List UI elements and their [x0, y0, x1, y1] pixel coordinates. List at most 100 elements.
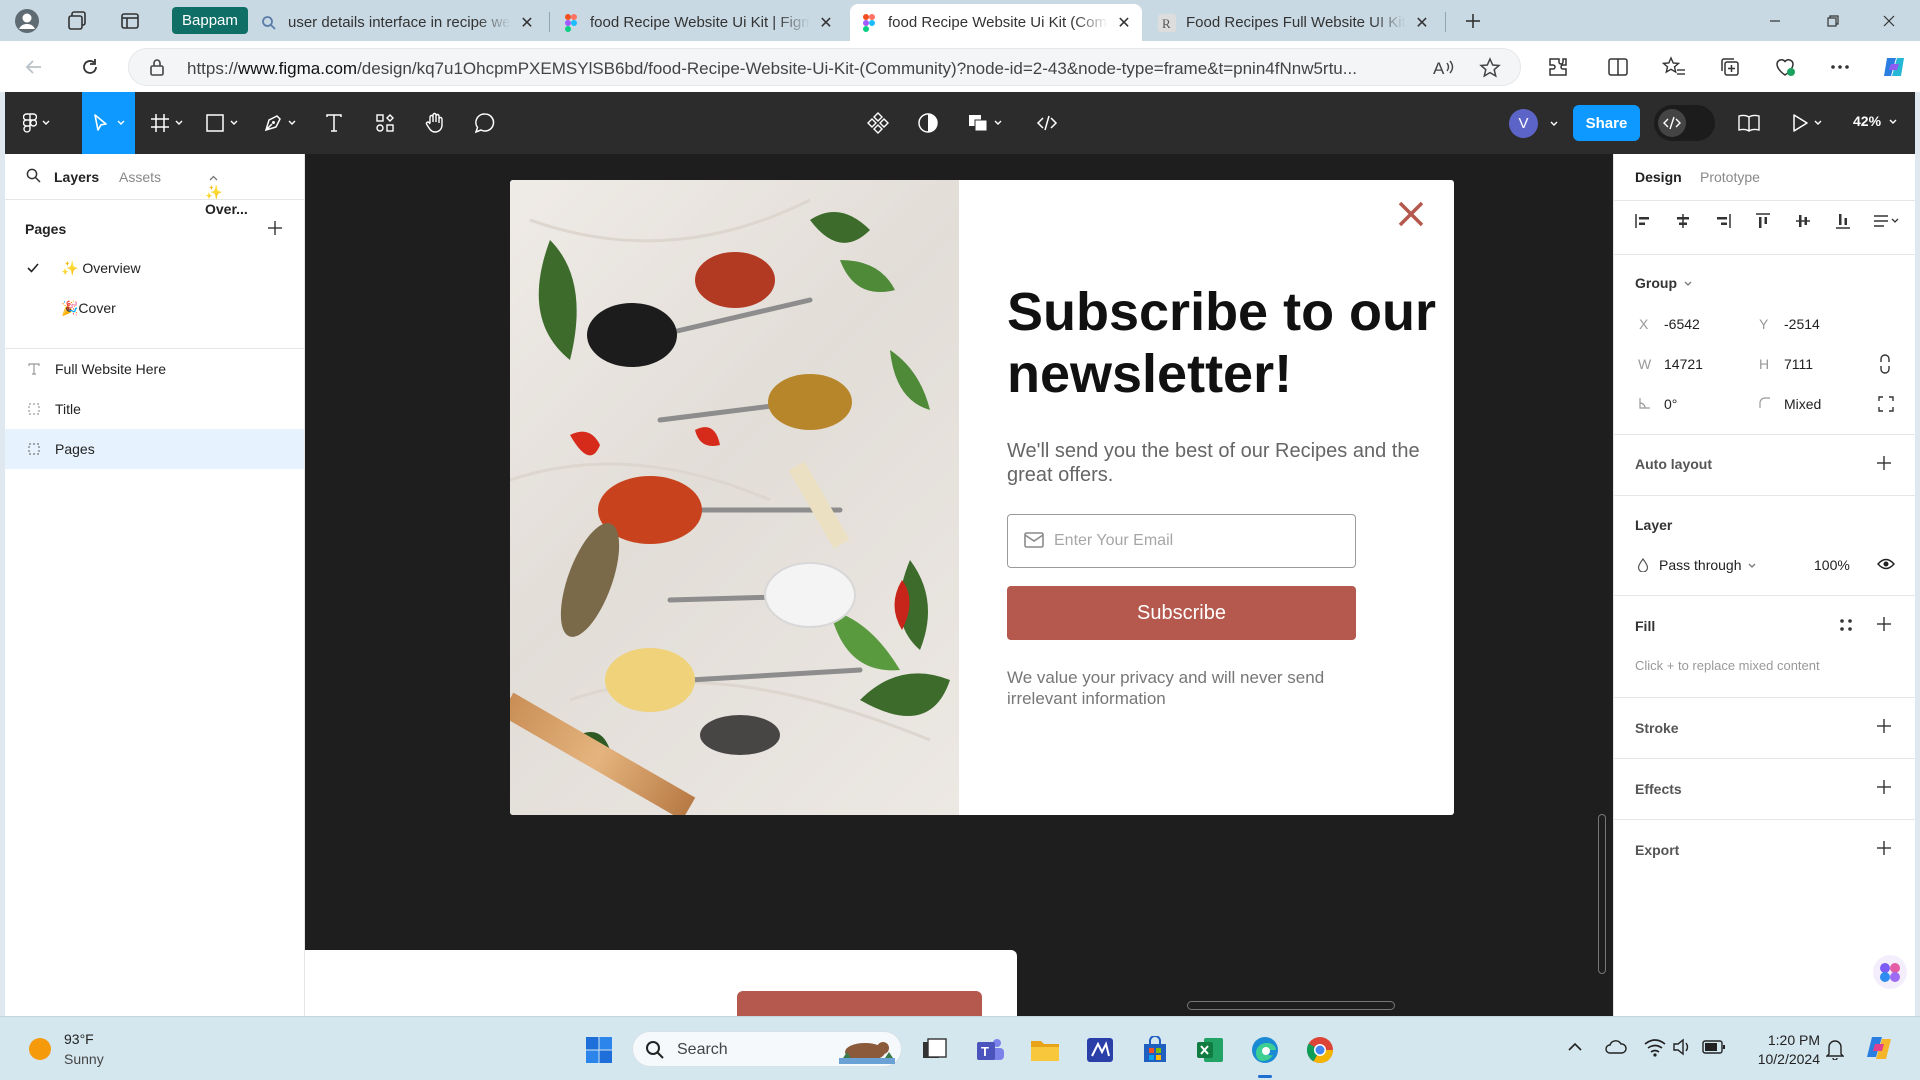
add-page-icon[interactable]: [267, 220, 283, 236]
email-field[interactable]: [1007, 514, 1356, 568]
subscribe-button[interactable]: Subscribe: [1007, 586, 1356, 640]
weather-temp[interactable]: 93°F: [64, 1031, 94, 1047]
notification-bell-icon[interactable]: [1826, 1038, 1844, 1060]
workspaces-icon[interactable]: [64, 8, 90, 34]
h-value[interactable]: 7111: [1784, 356, 1813, 372]
rotation-value[interactable]: 0°: [1664, 396, 1677, 412]
w-value[interactable]: 14721: [1664, 356, 1703, 372]
opacity-value[interactable]: 100%: [1814, 557, 1850, 573]
mask-button[interactable]: [917, 109, 939, 137]
back-icon[interactable]: [20, 53, 48, 81]
wifi-icon[interactable]: [1644, 1037, 1666, 1057]
copilot-icon[interactable]: [1880, 53, 1908, 81]
tab-assets[interactable]: Assets: [119, 169, 161, 185]
minimize-icon[interactable]: [1752, 8, 1798, 34]
tab-prototype[interactable]: Prototype: [1700, 169, 1760, 185]
split-screen-icon[interactable]: [1604, 53, 1632, 81]
dev-code-button[interactable]: [1036, 109, 1058, 137]
chrome-icon[interactable]: [1303, 1033, 1337, 1067]
vertical-scrollbar[interactable]: [1598, 814, 1606, 974]
library-button[interactable]: [1737, 109, 1761, 137]
frame-tool-button[interactable]: [150, 109, 183, 137]
teams-icon[interactable]: T: [973, 1033, 1007, 1067]
volume-icon[interactable]: [1672, 1037, 1694, 1057]
restore-icon[interactable]: [1810, 8, 1856, 34]
x-value[interactable]: -6542: [1664, 316, 1700, 332]
edge-icon[interactable]: [1248, 1033, 1282, 1067]
close-window-icon[interactable]: [1866, 8, 1912, 34]
collections-icon[interactable]: [1716, 53, 1744, 81]
close-tab-icon[interactable]: ✕: [1116, 13, 1132, 33]
align-right-icon[interactable]: [1714, 212, 1732, 230]
eye-icon[interactable]: [1877, 558, 1895, 570]
onedrive-icon[interactable]: [1605, 1037, 1627, 1057]
zoom-level[interactable]: 42%: [1853, 113, 1897, 129]
pen-tool-button[interactable]: [263, 109, 296, 137]
page-item-cover[interactable]: 🎉Cover: [5, 288, 305, 328]
close-icon[interactable]: [1395, 198, 1427, 230]
chevron-up-icon[interactable]: [1567, 1041, 1583, 1053]
favorite-star-icon[interactable]: [1479, 57, 1501, 79]
browser-tab[interactable]: R Food Recipes Full Website UI Kit ✕: [1148, 4, 1440, 41]
user-avatar[interactable]: V: [1509, 109, 1538, 138]
add-stroke-icon[interactable]: [1876, 718, 1894, 736]
close-tab-icon[interactable]: ✕: [818, 13, 834, 33]
tab-actions-icon[interactable]: [117, 8, 143, 34]
resources-button[interactable]: [375, 109, 395, 137]
layer-item[interactable]: Full Website Here: [5, 349, 304, 389]
corner-radius-value[interactable]: Mixed: [1784, 396, 1821, 412]
design-canvas[interactable]: Subscribe to our newsletter! We'll send …: [305, 154, 1613, 1016]
url-field[interactable]: https://www.figma.com/design/kq7u1OhcpmP…: [128, 48, 1521, 86]
profile-icon[interactable]: [14, 8, 40, 34]
add-fill-icon[interactable]: [1876, 616, 1894, 634]
profile-chip[interactable]: Bappam: [172, 7, 248, 34]
y-value[interactable]: -2514: [1784, 316, 1820, 332]
weather-desc[interactable]: Sunny: [64, 1051, 104, 1067]
add-auto-layout-icon[interactable]: [1876, 455, 1894, 473]
refresh-icon[interactable]: [76, 53, 104, 81]
favorites-icon[interactable]: [1660, 53, 1688, 81]
email-input[interactable]: [1054, 525, 1344, 557]
text-tool-button[interactable]: [324, 109, 344, 137]
boolean-groups-button[interactable]: [967, 109, 1002, 137]
file-explorer-icon[interactable]: [1028, 1033, 1062, 1067]
blend-mode-dropdown[interactable]: Pass through: [1659, 557, 1756, 573]
create-component-button[interactable]: [867, 109, 889, 137]
search-icon[interactable]: [26, 168, 41, 183]
align-center-h-icon[interactable]: [1674, 212, 1692, 230]
independent-corners-icon[interactable]: [1878, 396, 1894, 412]
align-middle-v-icon[interactable]: [1794, 212, 1812, 230]
add-effect-icon[interactable]: [1876, 779, 1894, 797]
share-button[interactable]: Share: [1573, 105, 1640, 141]
add-export-icon[interactable]: [1876, 840, 1894, 858]
align-bottom-icon[interactable]: [1834, 212, 1852, 230]
constrain-proportions-icon[interactable]: [1878, 354, 1892, 374]
new-tab-icon[interactable]: [1460, 8, 1486, 34]
align-top-icon[interactable]: [1754, 212, 1772, 230]
browser-tab-active[interactable]: food Recipe Website Ui Kit (Community) ✕: [850, 4, 1142, 41]
browser-tab[interactable]: user details interface in recipe web ✕: [250, 4, 545, 41]
excel-icon[interactable]: [1193, 1033, 1227, 1067]
microsoft-store-icon[interactable]: [1138, 1033, 1172, 1067]
distribute-icon[interactable]: [1872, 212, 1900, 230]
browser-tab[interactable]: food Recipe Website Ui Kit | Figma ✕: [552, 4, 844, 41]
close-tab-icon[interactable]: ✕: [519, 13, 535, 33]
layer-item[interactable]: Title: [5, 389, 304, 429]
task-view-icon[interactable]: [918, 1033, 952, 1067]
sun-icon[interactable]: [28, 1037, 52, 1061]
align-left-icon[interactable]: [1634, 212, 1652, 230]
dev-mode-toggle[interactable]: [1654, 105, 1715, 141]
move-tool-button[interactable]: [82, 92, 135, 154]
windows-start-icon[interactable]: [582, 1033, 616, 1067]
page-dropdown[interactable]: ✨ Over...: [205, 169, 248, 217]
chevron-down-icon[interactable]: [1550, 121, 1558, 127]
tab-design[interactable]: Design: [1635, 169, 1682, 185]
layer-item-selected[interactable]: Pages: [5, 429, 304, 469]
tab-layers[interactable]: Layers: [54, 169, 99, 185]
more-options-icon[interactable]: [1826, 53, 1854, 81]
pen-app-icon[interactable]: [1083, 1033, 1117, 1067]
taskbar-search[interactable]: Search: [632, 1031, 902, 1067]
read-aloud-icon[interactable]: A: [1433, 58, 1455, 78]
extensions-icon[interactable]: [1544, 53, 1572, 81]
horizontal-scrollbar[interactable]: [1187, 1001, 1395, 1010]
